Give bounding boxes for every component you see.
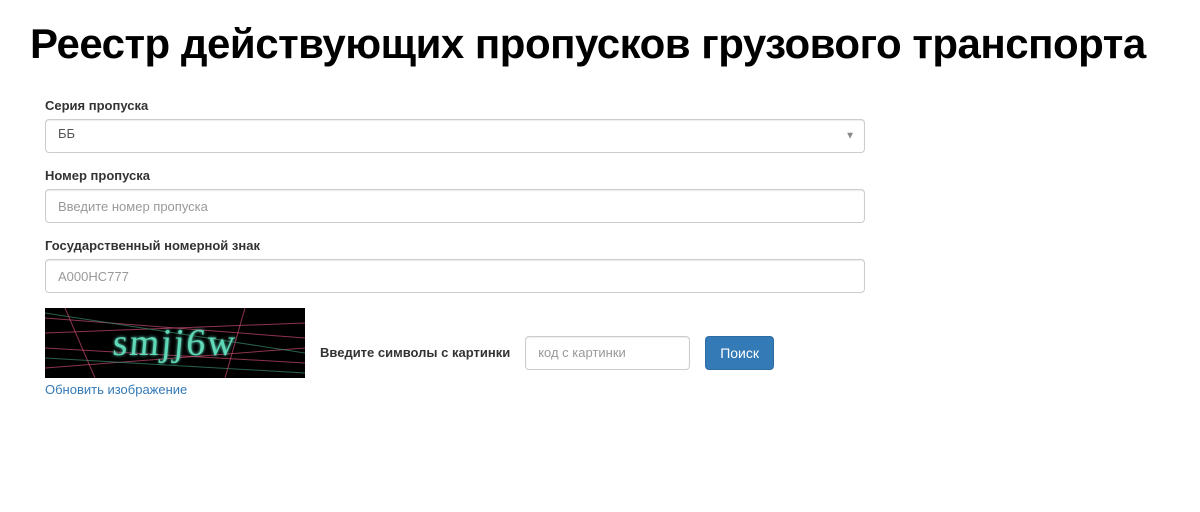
plate-input[interactable] xyxy=(45,259,865,293)
captcha-block: smjj6w Обновить изображение xyxy=(45,308,305,397)
captcha-row: smjj6w Обновить изображение Введите симв… xyxy=(45,308,1170,397)
captcha-image: smjj6w xyxy=(45,308,305,378)
plate-group: Государственный номерной знак xyxy=(45,238,1170,293)
page-title: Реестр действующих пропусков грузового т… xyxy=(30,20,1170,68)
captcha-input[interactable] xyxy=(525,336,690,370)
plate-label: Государственный номерной знак xyxy=(45,238,1170,253)
search-form: Серия пропуска ББ ▼ Номер пропуска Госуд… xyxy=(30,98,1170,397)
series-group: Серия пропуска ББ ▼ xyxy=(45,98,1170,153)
number-input[interactable] xyxy=(45,189,865,223)
series-select-wrapper: ББ ▼ xyxy=(45,119,865,153)
series-select[interactable]: ББ xyxy=(45,119,865,153)
captcha-text: smjj6w xyxy=(111,321,239,365)
number-group: Номер пропуска xyxy=(45,168,1170,223)
number-label: Номер пропуска xyxy=(45,168,1170,183)
search-button[interactable]: Поиск xyxy=(705,336,774,370)
captcha-refresh-link[interactable]: Обновить изображение xyxy=(45,382,305,397)
captcha-input-label: Введите символы с картинки xyxy=(320,345,510,360)
series-label: Серия пропуска xyxy=(45,98,1170,113)
